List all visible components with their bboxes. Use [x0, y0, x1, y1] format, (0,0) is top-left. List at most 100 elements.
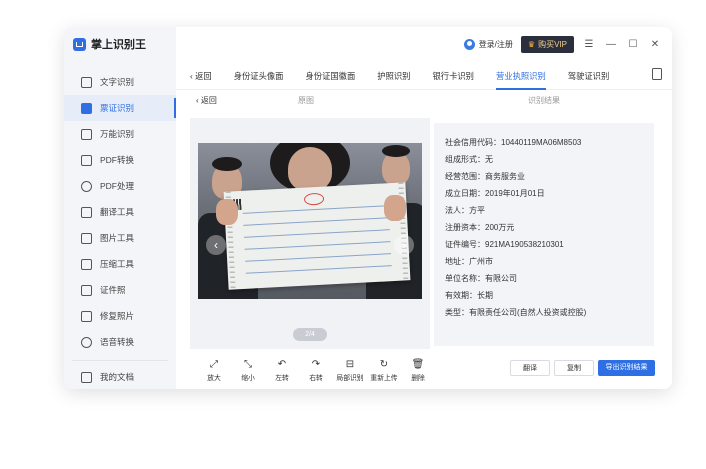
- tab-driver-license[interactable]: 驾驶证识别: [557, 70, 621, 89]
- rotate-right-button[interactable]: ↷ 右转: [299, 358, 333, 382]
- content-subheader: ‹ 返回 原图 识别结果: [176, 90, 672, 110]
- sidebar-item-label: 万能识别: [100, 129, 135, 139]
- menu-icon[interactable]: ☰: [582, 39, 596, 50]
- close-button[interactable]: ✕: [648, 39, 662, 50]
- copy-button[interactable]: 复制: [554, 360, 594, 376]
- crown-icon: ♛: [527, 39, 536, 49]
- ocr-type-tabs: ‹ 返回 身份证头像面 身份证国徽面 护照识别 银行卡识别 营业执照识别 驾驶证…: [176, 63, 672, 90]
- compress-icon: [81, 258, 92, 270]
- sidebar-item-label: PDF处理: [100, 181, 135, 191]
- minimize-button[interactable]: —: [604, 39, 618, 50]
- license-document: [223, 182, 411, 290]
- sidebar-item-label: 文字识别: [100, 77, 135, 87]
- document-list-icon[interactable]: [652, 68, 662, 80]
- result-field-type: 类型：有限责任公司(自然人投资或控股): [445, 308, 587, 317]
- tab-id-back[interactable]: 身份证国徽面: [294, 70, 366, 89]
- sidebar-item-repair-photo[interactable]: 修复照片: [64, 303, 176, 329]
- zoom-in-icon: ⤢: [210, 359, 218, 370]
- sidebar-item-label: 语音转换: [100, 337, 135, 347]
- result-field-company-name: 单位名称：有限公司: [445, 274, 517, 283]
- result-field-composition: 组成形式：无: [445, 155, 493, 164]
- sidebar-item-voice[interactable]: 语音转换: [64, 329, 176, 355]
- app-title: 掌上识别王: [91, 39, 146, 51]
- title-bar: 登录/注册 ♛ 购买VIP ☰ — ☐ ✕: [176, 27, 672, 61]
- delete-button[interactable]: 🗑 删除: [401, 358, 435, 382]
- card-icon: [81, 102, 92, 114]
- sidebar-item-universal-ocr[interactable]: 万能识别: [64, 121, 176, 147]
- sidebar-item-text-ocr[interactable]: 文字识别: [64, 69, 176, 95]
- sidebar-divider: [72, 360, 168, 361]
- image-toolbar: ⤢ 放大 ⤡ 缩小 ↶ 左转 ↷ 右转 ⊟ 局部识别 ↻ 重新上传 🗑 删除: [197, 358, 435, 382]
- recognition-result-panel: 社会信用代码：10440119MA06M8503 组成形式：无 经营范围：商务服…: [434, 123, 654, 346]
- maximize-button[interactable]: ☐: [626, 39, 640, 50]
- back-link[interactable]: ‹ 返回: [196, 95, 217, 106]
- export-result-button[interactable]: 导出识别结果: [598, 360, 655, 376]
- translate-button[interactable]: 翻译: [510, 360, 550, 376]
- result-field-legal-person: 法人：方平: [445, 206, 485, 215]
- tab-back[interactable]: ‹ 返回: [176, 70, 223, 89]
- sidebar-item-label: PDF转换: [100, 155, 135, 165]
- sidebar-item-pdf-process[interactable]: PDF处理: [64, 173, 176, 199]
- pdf-convert-icon: [81, 154, 92, 166]
- translate-icon: [81, 206, 92, 218]
- tool-label: 缩小: [241, 375, 255, 382]
- app-logo-icon: [73, 37, 86, 51]
- result-field-capital: 注册资本：200万元: [445, 223, 515, 232]
- sidebar-item-label: 票证识别: [100, 103, 135, 113]
- partial-recognize-icon: ⊟: [345, 359, 355, 370]
- sidebar-item-my-docs[interactable]: 我的文档: [64, 364, 176, 389]
- tool-label: 放大: [207, 375, 221, 382]
- result-field-founded: 成立日期：2019年01月01日: [445, 189, 545, 198]
- sidebar: 掌上识别王 文字识别 票证识别 万能识别 PDF转换 PDF处理 翻译工具 图片…: [64, 27, 176, 389]
- zoom-out-icon: ⤡: [244, 359, 252, 370]
- result-field-validity: 有效期：长期: [445, 291, 493, 300]
- rotate-left-icon: ↶: [277, 359, 287, 370]
- app-window: 掌上识别王 文字识别 票证识别 万能识别 PDF转换 PDF处理 翻译工具 图片…: [64, 27, 672, 389]
- sidebar-bottom: 我的文档: [64, 364, 176, 389]
- sidebar-item-id-photo[interactable]: 证件照: [64, 277, 176, 303]
- tool-label: 右转: [309, 375, 323, 382]
- result-heading: 识别结果: [528, 96, 560, 105]
- login-label: 登录/注册: [478, 39, 513, 49]
- sidebar-nav: 文字识别 票证识别 万能识别 PDF转换 PDF处理 翻译工具 图片工具 压缩工…: [64, 69, 176, 355]
- sidebar-item-pdf-convert[interactable]: PDF转换: [64, 147, 176, 173]
- tab-bank-card[interactable]: 银行卡识别: [421, 70, 485, 89]
- sidebar-item-label: 修复照片: [100, 311, 135, 321]
- voice-icon: [81, 336, 92, 348]
- tool-label: 删除: [411, 375, 425, 382]
- tab-business-license[interactable]: 营业执照识别: [485, 70, 557, 90]
- back-link-label: 返回: [200, 96, 217, 105]
- buy-vip-button[interactable]: ♛ 购买VIP: [520, 35, 574, 53]
- sidebar-item-compress[interactable]: 压缩工具: [64, 251, 176, 277]
- delete-icon: 🗑: [411, 359, 425, 370]
- sidebar-item-label: 证件照: [100, 285, 126, 295]
- tool-label: 重新上传: [370, 375, 398, 382]
- rotate-right-icon: ↷: [311, 359, 321, 370]
- result-field-credit-code: 社会信用代码：10440119MA06M8503: [445, 138, 582, 147]
- pdf-process-icon: [81, 180, 92, 192]
- sidebar-item-translate[interactable]: 翻译工具: [64, 199, 176, 225]
- reupload-icon: ↻: [379, 359, 389, 370]
- image-pager: 2/4: [293, 328, 327, 341]
- next-image-button[interactable]: ›: [394, 235, 414, 255]
- sidebar-item-card-ocr[interactable]: 票证识别: [64, 95, 176, 121]
- partial-recognize-button[interactable]: ⊟ 局部识别: [333, 358, 367, 382]
- reupload-button[interactable]: ↻ 重新上传: [367, 358, 401, 382]
- original-image-panel: ‹ › 2/4: [190, 118, 430, 349]
- sidebar-item-label: 我的文档: [100, 372, 135, 382]
- tool-label: 局部识别: [336, 375, 364, 382]
- sidebar-item-image-tools[interactable]: 图片工具: [64, 225, 176, 251]
- scan-icon: [81, 128, 92, 140]
- zoom-in-button[interactable]: ⤢ 放大: [197, 358, 231, 382]
- result-field-scope: 经营范围：商务服务业: [445, 172, 525, 181]
- repair-photo-icon: [81, 310, 92, 322]
- text-doc-icon: [81, 76, 92, 88]
- sidebar-item-label: 压缩工具: [100, 259, 135, 269]
- prev-image-button[interactable]: ‹: [206, 235, 226, 255]
- zoom-out-button[interactable]: ⤡ 缩小: [231, 358, 265, 382]
- tab-passport[interactable]: 护照识别: [366, 70, 421, 89]
- tab-id-front[interactable]: 身份证头像面: [223, 70, 295, 89]
- user-avatar-icon: [463, 38, 475, 50]
- login-button[interactable]: 登录/注册: [463, 38, 513, 50]
- rotate-left-button[interactable]: ↶ 左转: [265, 358, 299, 382]
